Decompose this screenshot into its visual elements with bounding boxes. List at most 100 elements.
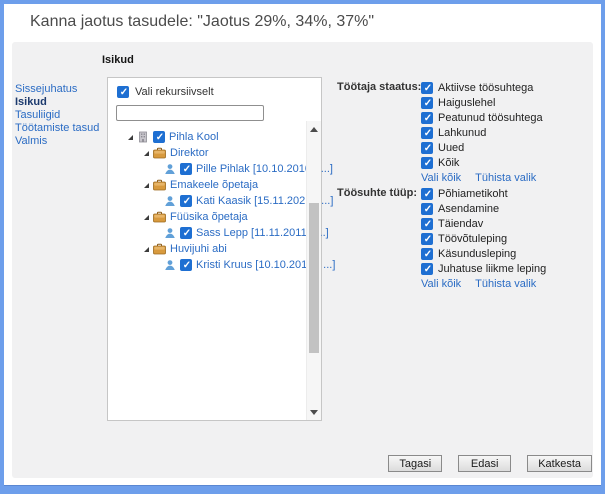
recursive-select-row: Vali rekursiivselt — [108, 78, 321, 98]
type-option-label: Juhatuse liikme leping — [438, 263, 546, 275]
scroll-up-button[interactable] — [307, 123, 321, 135]
katkesta-button[interactable]: Katkesta — [527, 455, 592, 472]
page-title: Kanna jaotus tasudele: "Jaotus 29%, 34%,… — [30, 13, 374, 31]
tree-expand-arrow[interactable] — [144, 247, 149, 252]
type-option-checkbox[interactable] — [421, 188, 433, 200]
tree-node-label[interactable]: Huvijuhi abi — [170, 243, 227, 255]
employment-type-label: Töösuhte tüüp: — [337, 186, 421, 290]
section-title: Isikud — [102, 54, 134, 66]
footer-buttons: Tagasi Edasi Katkesta — [388, 455, 592, 472]
tree-row[interactable]: Pihla Kool — [108, 129, 321, 145]
status-option-row: Peatunud töösuhtega — [421, 110, 543, 125]
building-icon — [137, 131, 149, 143]
type-option-checkbox[interactable] — [421, 263, 433, 275]
type-option-label: Täiendav — [438, 218, 483, 230]
type-option-checkbox[interactable] — [421, 233, 433, 245]
person-icon — [164, 163, 176, 175]
sidebar-item-isikud[interactable]: Isikud — [15, 96, 111, 109]
type-select-all-link[interactable]: Vali kõik — [421, 278, 461, 290]
scroll-down-button[interactable] — [307, 406, 321, 418]
type-option-row: Täiendav — [421, 216, 546, 231]
tree-filter-input[interactable] — [116, 105, 264, 121]
employee-status-group: Töötaja staatus: Aktiivse töösuhtega Hai… — [337, 80, 543, 184]
employee-status-label: Töötaja staatus: — [337, 80, 421, 184]
type-option-row: Asendamine — [421, 201, 546, 216]
tree-row[interactable]: Kristi Kruus [10.10.2010 - ...] — [108, 257, 321, 273]
sidebar-item-tasuliigid[interactable]: Tasuliigid — [15, 109, 111, 122]
type-option-checkbox[interactable] — [421, 203, 433, 215]
status-option-row: Kõik — [421, 155, 543, 170]
status-option-label: Aktiivse töösuhtega — [438, 82, 533, 94]
status-option-checkbox[interactable] — [421, 112, 433, 124]
status-option-label: Uued — [438, 142, 464, 154]
tree-node-checkbox[interactable] — [180, 195, 192, 207]
status-option-checkbox[interactable] — [421, 127, 433, 139]
status-option-label: Lahkunud — [438, 127, 486, 139]
tree-node-checkbox[interactable] — [180, 227, 192, 239]
tree-node-label[interactable]: Direktor — [170, 147, 209, 159]
type-group-links: Vali kõik Tühista valik — [421, 278, 546, 290]
person-icon — [164, 195, 176, 207]
type-option-label: Asendamine — [438, 203, 499, 215]
status-option-checkbox[interactable] — [421, 157, 433, 169]
status-option-checkbox[interactable] — [421, 142, 433, 154]
tree-row[interactable]: Kati Kaasik [15.11.2021 - ...] — [108, 193, 321, 209]
status-option-label: Peatunud töösuhtega — [438, 112, 543, 124]
tree-node-label[interactable]: Emakeele õpetaja — [170, 179, 258, 191]
briefcase-icon — [153, 147, 166, 159]
type-option-label: Põhiametikoht — [438, 188, 508, 200]
status-option-label: Haiguslehel — [438, 97, 495, 109]
triangle-up-icon — [310, 127, 318, 132]
tree-row[interactable]: Direktor — [108, 145, 321, 161]
recursive-select-label: Vali rekursiivselt — [135, 86, 214, 98]
dialog-body: Sissejuhatus Isikud Tasuliigid Töötamist… — [12, 42, 593, 478]
type-option-row: Juhatuse liikme leping — [421, 261, 546, 276]
edasi-button[interactable]: Edasi — [458, 455, 511, 472]
tree-node-label[interactable]: Füüsika õpetaja — [170, 211, 248, 223]
type-clear-link[interactable]: Tühista valik — [475, 278, 536, 290]
bottom-accent-bar — [4, 485, 601, 490]
status-option-row: Haiguslehel — [421, 95, 543, 110]
tree-node-label[interactable]: Pihla Kool — [169, 131, 219, 143]
status-option-row: Aktiivse töösuhtega — [421, 80, 543, 95]
scrollbar-thumb[interactable] — [309, 203, 319, 353]
status-option-label: Kõik — [438, 157, 459, 169]
type-option-checkbox[interactable] — [421, 218, 433, 230]
type-option-row: Käsundusleping — [421, 246, 546, 261]
tree-row[interactable]: Füüsika õpetaja — [108, 209, 321, 225]
type-option-label: Töövõtuleping — [438, 233, 507, 245]
status-option-row: Lahkunud — [421, 125, 543, 140]
status-option-row: Uued — [421, 140, 543, 155]
employment-type-options: Põhiametikoht Asendamine Täiendav — [421, 186, 546, 276]
type-option-label: Käsundusleping — [438, 248, 516, 260]
tagasi-button[interactable]: Tagasi — [388, 455, 442, 472]
status-option-checkbox[interactable] — [421, 97, 433, 109]
tree-row[interactable]: Sass Lepp [11.11.2011 - ...] — [108, 225, 321, 241]
tree-expand-arrow[interactable] — [144, 215, 149, 220]
tree-row[interactable]: Pille Pihlak [10.10.2010 - ...] — [108, 161, 321, 177]
recursive-select-checkbox[interactable] — [117, 86, 129, 98]
type-option-checkbox[interactable] — [421, 248, 433, 260]
tree-row[interactable]: Huvijuhi abi — [108, 241, 321, 257]
sidebar-item-tootamiste-tasud[interactable]: Töötamiste tasud — [15, 122, 111, 135]
triangle-down-icon — [310, 410, 318, 415]
tree-node-checkbox[interactable] — [153, 131, 165, 143]
dialog-window: Kanna jaotus tasudele: "Jaotus 29%, 34%,… — [0, 0, 605, 494]
employee-status-options: Aktiivse töösuhtega Haiguslehel Peatunud… — [421, 80, 543, 170]
wizard-steps-sidebar: Sissejuhatus Isikud Tasuliigid Töötamist… — [15, 83, 111, 148]
tree-node-checkbox[interactable] — [180, 259, 192, 271]
tree-expand-arrow[interactable] — [128, 135, 133, 140]
sidebar-item-sissejuhatus[interactable]: Sissejuhatus — [15, 83, 111, 96]
status-clear-link[interactable]: Tühista valik — [475, 172, 536, 184]
status-select-all-link[interactable]: Vali kõik — [421, 172, 461, 184]
tree-scrollbar[interactable] — [306, 121, 321, 420]
sidebar-item-valmis[interactable]: Valmis — [15, 135, 111, 148]
tree-expand-arrow[interactable] — [144, 151, 149, 156]
tree-row[interactable]: Emakeele õpetaja — [108, 177, 321, 193]
type-option-row: Töövõtuleping — [421, 231, 546, 246]
status-option-checkbox[interactable] — [421, 82, 433, 94]
tree-node-checkbox[interactable] — [180, 163, 192, 175]
person-icon — [164, 227, 176, 239]
tree-expand-arrow[interactable] — [144, 183, 149, 188]
type-option-row: Põhiametikoht — [421, 186, 546, 201]
